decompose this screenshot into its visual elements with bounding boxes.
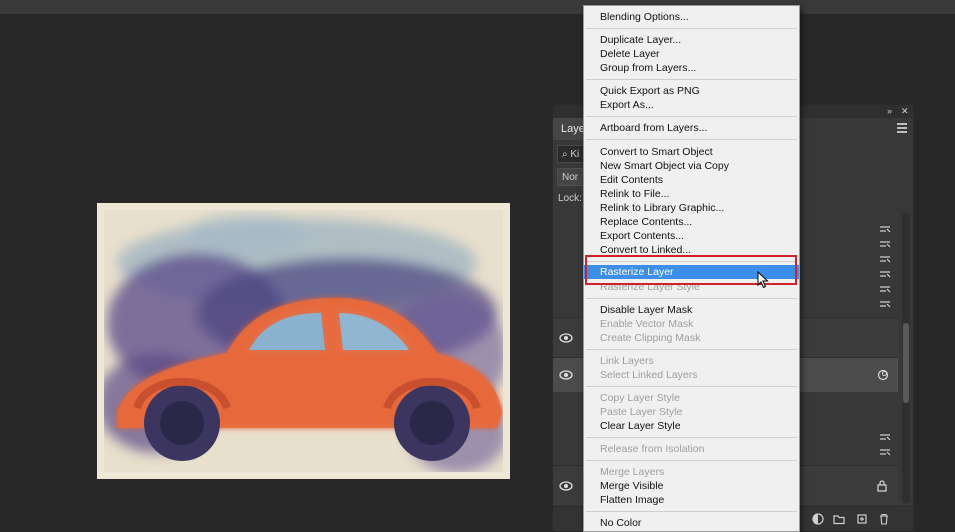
search-icon: ⌕ xyxy=(562,149,568,160)
smart-object-icon xyxy=(877,369,889,381)
menu-separator xyxy=(586,437,797,438)
trash-icon[interactable] xyxy=(878,513,890,525)
menu-item-create-clipping-mask[interactable]: Create Clipping Mask xyxy=(584,331,799,345)
menu-item-release-from-isolation[interactable]: Release from Isolation xyxy=(584,442,799,456)
filter-kind-label: Ki xyxy=(570,149,580,160)
menu-separator xyxy=(586,79,797,80)
top-bar xyxy=(0,0,955,14)
layer-effects-icons-lower xyxy=(880,434,891,456)
folder-icon[interactable] xyxy=(833,513,845,525)
menu-item-merge-layers[interactable]: Merge Layers xyxy=(584,465,799,479)
document-image xyxy=(97,203,510,479)
menu-item-relink-to-library-graphic[interactable]: Relink to Library Graphic... xyxy=(584,201,799,215)
scroll-thumb[interactable] xyxy=(903,323,909,403)
visibility-eye-icon[interactable] xyxy=(559,370,573,380)
mouse-cursor-icon xyxy=(757,271,769,289)
menu-item-merge-visible[interactable]: Merge Visible xyxy=(584,479,799,493)
new-layer-icon[interactable] xyxy=(856,513,868,525)
menu-item-copy-layer-style[interactable]: Copy Layer Style xyxy=(584,391,799,405)
menu-item-relink-to-file[interactable]: Relink to File... xyxy=(584,187,799,201)
menu-item-new-smart-object-via-copy[interactable]: New Smart Object via Copy xyxy=(584,159,799,173)
menu-item-flatten-image[interactable]: Flatten Image xyxy=(584,493,799,507)
adjustment-layer-icon[interactable] xyxy=(812,513,824,525)
menu-separator xyxy=(586,386,797,387)
menu-item-export-contents[interactable]: Export Contents... xyxy=(584,229,799,243)
menu-item-delete-layer[interactable]: Delete Layer xyxy=(584,47,799,61)
visibility-eye-icon[interactable] xyxy=(559,333,573,343)
lock-icon xyxy=(877,480,887,492)
menu-item-paste-layer-style[interactable]: Paste Layer Style xyxy=(584,405,799,419)
menu-item-duplicate-layer[interactable]: Duplicate Layer... xyxy=(584,33,799,47)
menu-item-export-as[interactable]: Export As... xyxy=(584,98,799,112)
menu-item-convert-to-smart-object[interactable]: Convert to Smart Object xyxy=(584,145,799,159)
menu-item-select-linked-layers[interactable]: Select Linked Layers xyxy=(584,368,799,382)
menu-item-edit-contents[interactable]: Edit Contents xyxy=(584,173,799,187)
menu-item-blending-options[interactable]: Blending Options... xyxy=(584,10,799,24)
menu-item-no-color[interactable]: No Color xyxy=(584,516,799,530)
close-icon[interactable]: ✕ xyxy=(901,105,909,118)
lock-label: Lock: xyxy=(558,193,582,204)
layer-effects-icons xyxy=(880,226,891,308)
menu-item-artboard-from-layers[interactable]: Artboard from Layers... xyxy=(584,121,799,135)
menu-separator xyxy=(586,28,797,29)
menu-item-replace-contents[interactable]: Replace Contents... xyxy=(584,215,799,229)
layers-scrollbar[interactable] xyxy=(902,213,910,503)
menu-separator xyxy=(586,139,797,140)
menu-separator xyxy=(586,511,797,512)
menu-separator xyxy=(586,116,797,117)
menu-item-group-from-layers[interactable]: Group from Layers... xyxy=(584,61,799,75)
menu-separator xyxy=(586,460,797,461)
collapse-icon[interactable]: » xyxy=(887,105,892,118)
menu-separator xyxy=(586,298,797,299)
menu-item-quick-export-png[interactable]: Quick Export as PNG xyxy=(584,84,799,98)
panel-menu-icon[interactable] xyxy=(897,123,907,133)
menu-item-enable-vector-mask[interactable]: Enable Vector Mask xyxy=(584,317,799,331)
menu-separator xyxy=(586,349,797,350)
menu-item-clear-layer-style[interactable]: Clear Layer Style xyxy=(584,419,799,433)
visibility-eye-icon[interactable] xyxy=(559,481,573,491)
menu-item-disable-layer-mask[interactable]: Disable Layer Mask xyxy=(584,303,799,317)
menu-item-link-layers[interactable]: Link Layers xyxy=(584,354,799,368)
